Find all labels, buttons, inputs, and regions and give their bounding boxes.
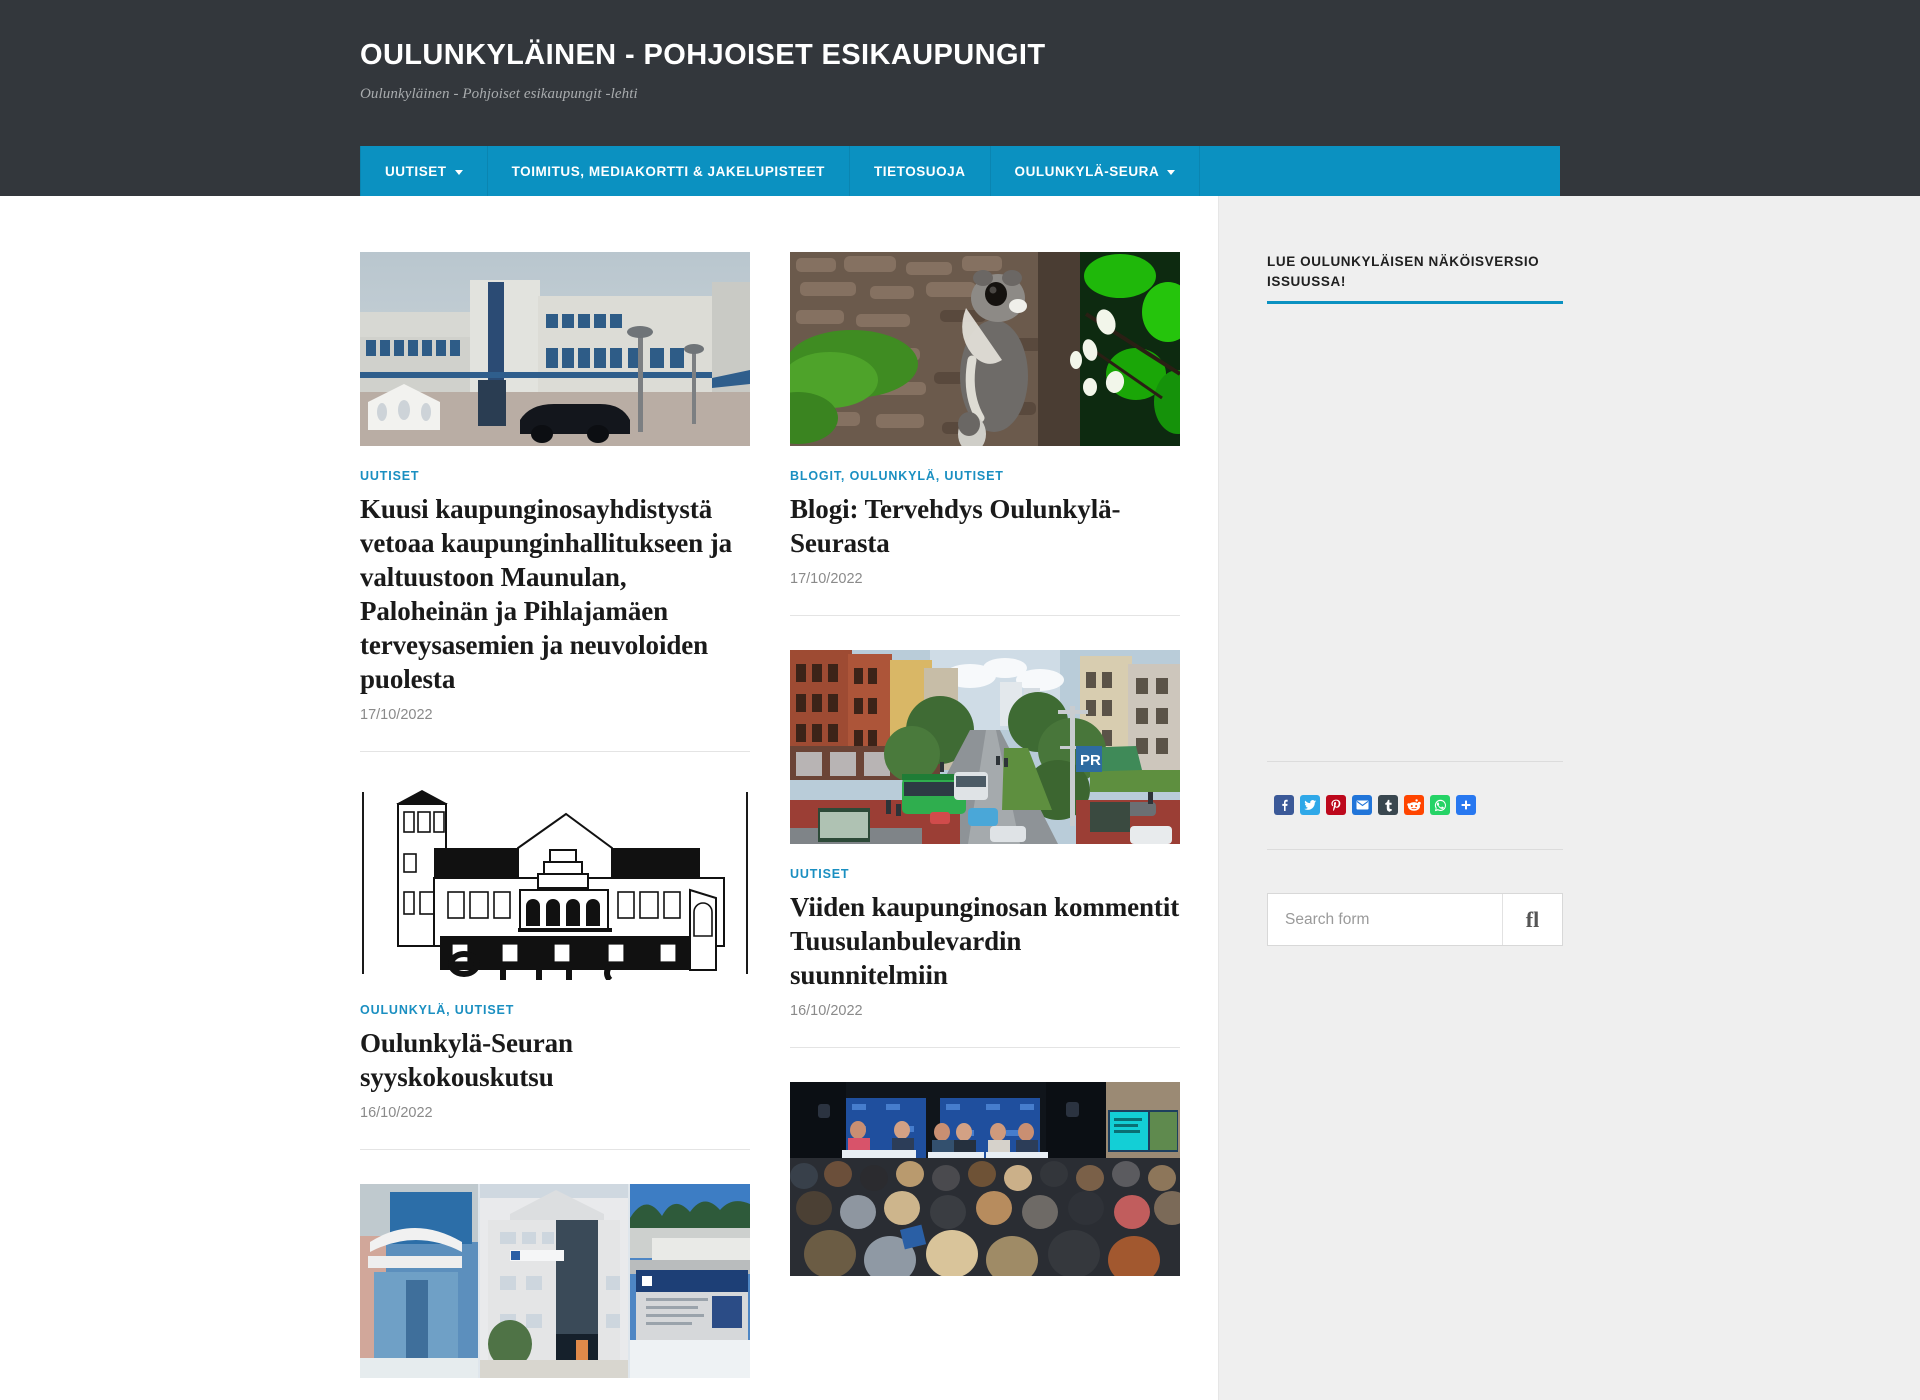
nav-item-label: UUTISET [385,163,447,179]
more-share-icon[interactable] [1456,795,1476,816]
chevron-down-icon [454,169,463,175]
article-category[interactable]: OULUNKYLÄ, UUTISET [360,1003,750,1017]
widget-embed-area [1267,304,1563,763]
article-title[interactable]: Oulunkylä-Seuran syyskokouskutsu [360,1026,750,1094]
health-center-building-photo[interactable] [360,252,750,446]
share-buttons [1267,762,1563,851]
nav-item-label: TOIMITUS, MEDIAKORTTI & JAKELUPISTEET [511,163,825,179]
reddit-share-icon[interactable] [1404,795,1424,816]
nav-item-label: OULUNKYLÄ-SEURA [1014,163,1160,179]
page-layout: UUTISET Kuusi kaupunginosayhdistystä vet… [0,196,1920,1400]
pinterest-share-icon[interactable] [1326,795,1346,816]
article-column-left: UUTISET Kuusi kaupunginosayhdistystä vet… [360,252,750,1400]
article-date: 17/10/2022 [790,571,863,588]
panel-discussion-audience-photo[interactable] [790,1082,1180,1277]
article-date: 16/10/2022 [360,1105,433,1122]
oulunkyla-seura-building-line-drawing[interactable] [360,786,750,981]
main-content: UUTISET Kuusi kaupunginosayhdistystä vet… [0,196,1219,1400]
main-navigation: UUTISET TOIMITUS, MEDIAKORTTI & JAKELUPI… [360,146,1560,196]
article-card: BLOGIT, OULUNKYLÄ, UUTISET Blogi: Terveh… [790,252,1180,617]
twitter-share-icon[interactable] [1300,795,1320,816]
widget-nakoisversio: LUE OULUNKYLÄISEN NÄKÖISVERSIO ISSUUSSA! [1267,252,1563,763]
site-masthead: OULUNKYLÄINEN - POHJOISET ESIKAUPUNGIT O… [0,0,1920,196]
health-stations-triptych-photo[interactable] [360,1184,750,1379]
site-title[interactable]: OULUNKYLÄINEN - POHJOISET ESIKAUPUNGIT [360,30,1560,73]
article-card: OULUNKYLÄ, UUTISET Oulunkylä-Seuran syys… [360,786,750,1151]
article-column-right: BLOGIT, OULUNKYLÄ, UUTISET Blogi: Terveh… [790,252,1180,1400]
nav-item-oulunkyla-seura[interactable]: OULUNKYLÄ-SEURA [991,146,1201,196]
tumblr-share-icon[interactable] [1378,795,1398,816]
page-root: OULUNKYLÄINEN - POHJOISET ESIKAUPUNGIT O… [0,0,1920,1400]
nav-filler [1200,146,1560,196]
boulevard-tram-rendering[interactable]: PR [790,650,1180,845]
facebook-share-icon[interactable] [1274,795,1294,816]
article-category[interactable]: UUTISET [360,469,750,483]
nav-item-toimitus[interactable]: TOIMITUS, MEDIAKORTTI & JAKELUPISTEET [488,146,850,196]
chevron-down-icon [1167,169,1176,175]
article-date: 16/10/2022 [790,1003,863,1020]
article-title[interactable]: Kuusi kaupunginosayhdistystä vetoaa kaup… [360,492,750,696]
article-card: PR UUTISET Viiden kaupunginosan kommenti… [790,650,1180,1049]
article-category[interactable]: UUTISET [790,867,1180,881]
nav-item-tietosuoja[interactable]: TIETOSUOJA [850,146,991,196]
article-card [790,1082,1180,1304]
search-input[interactable] [1268,894,1502,946]
article-card: UUTISET Kuusi kaupunginosayhdistystä vet… [360,252,750,753]
site-tagline: Oulunkyläinen - Pohjoiset esikaupungit -… [360,85,638,102]
email-share-icon[interactable] [1352,795,1372,816]
article-title[interactable]: Viiden kaupunginosan kommentit Tuusulanb… [790,890,1180,992]
svg-text:PR: PR [1080,752,1101,769]
search-form: fl [1267,893,1563,947]
article-card [360,1184,750,1400]
article-title[interactable]: Blogi: Tervehdys Oulunkylä-Seurasta [790,492,1180,560]
nav-item-label: TIETOSUOJA [873,163,966,179]
search-submit-button[interactable]: fl [1502,894,1562,946]
whatsapp-share-icon[interactable] [1430,795,1450,816]
widget-title: LUE OULUNKYLÄISEN NÄKÖISVERSIO ISSUUSSA! [1267,252,1563,305]
sidebar: LUE OULUNKYLÄISEN NÄKÖISVERSIO ISSUUSSA! [1219,196,1920,1400]
flying-squirrel-on-tree-photo[interactable] [790,252,1180,446]
nav-item-uutiset[interactable]: UUTISET [360,146,488,196]
article-category[interactable]: BLOGIT, OULUNKYLÄ, UUTISET [790,469,1180,483]
article-date: 17/10/2022 [360,707,433,724]
